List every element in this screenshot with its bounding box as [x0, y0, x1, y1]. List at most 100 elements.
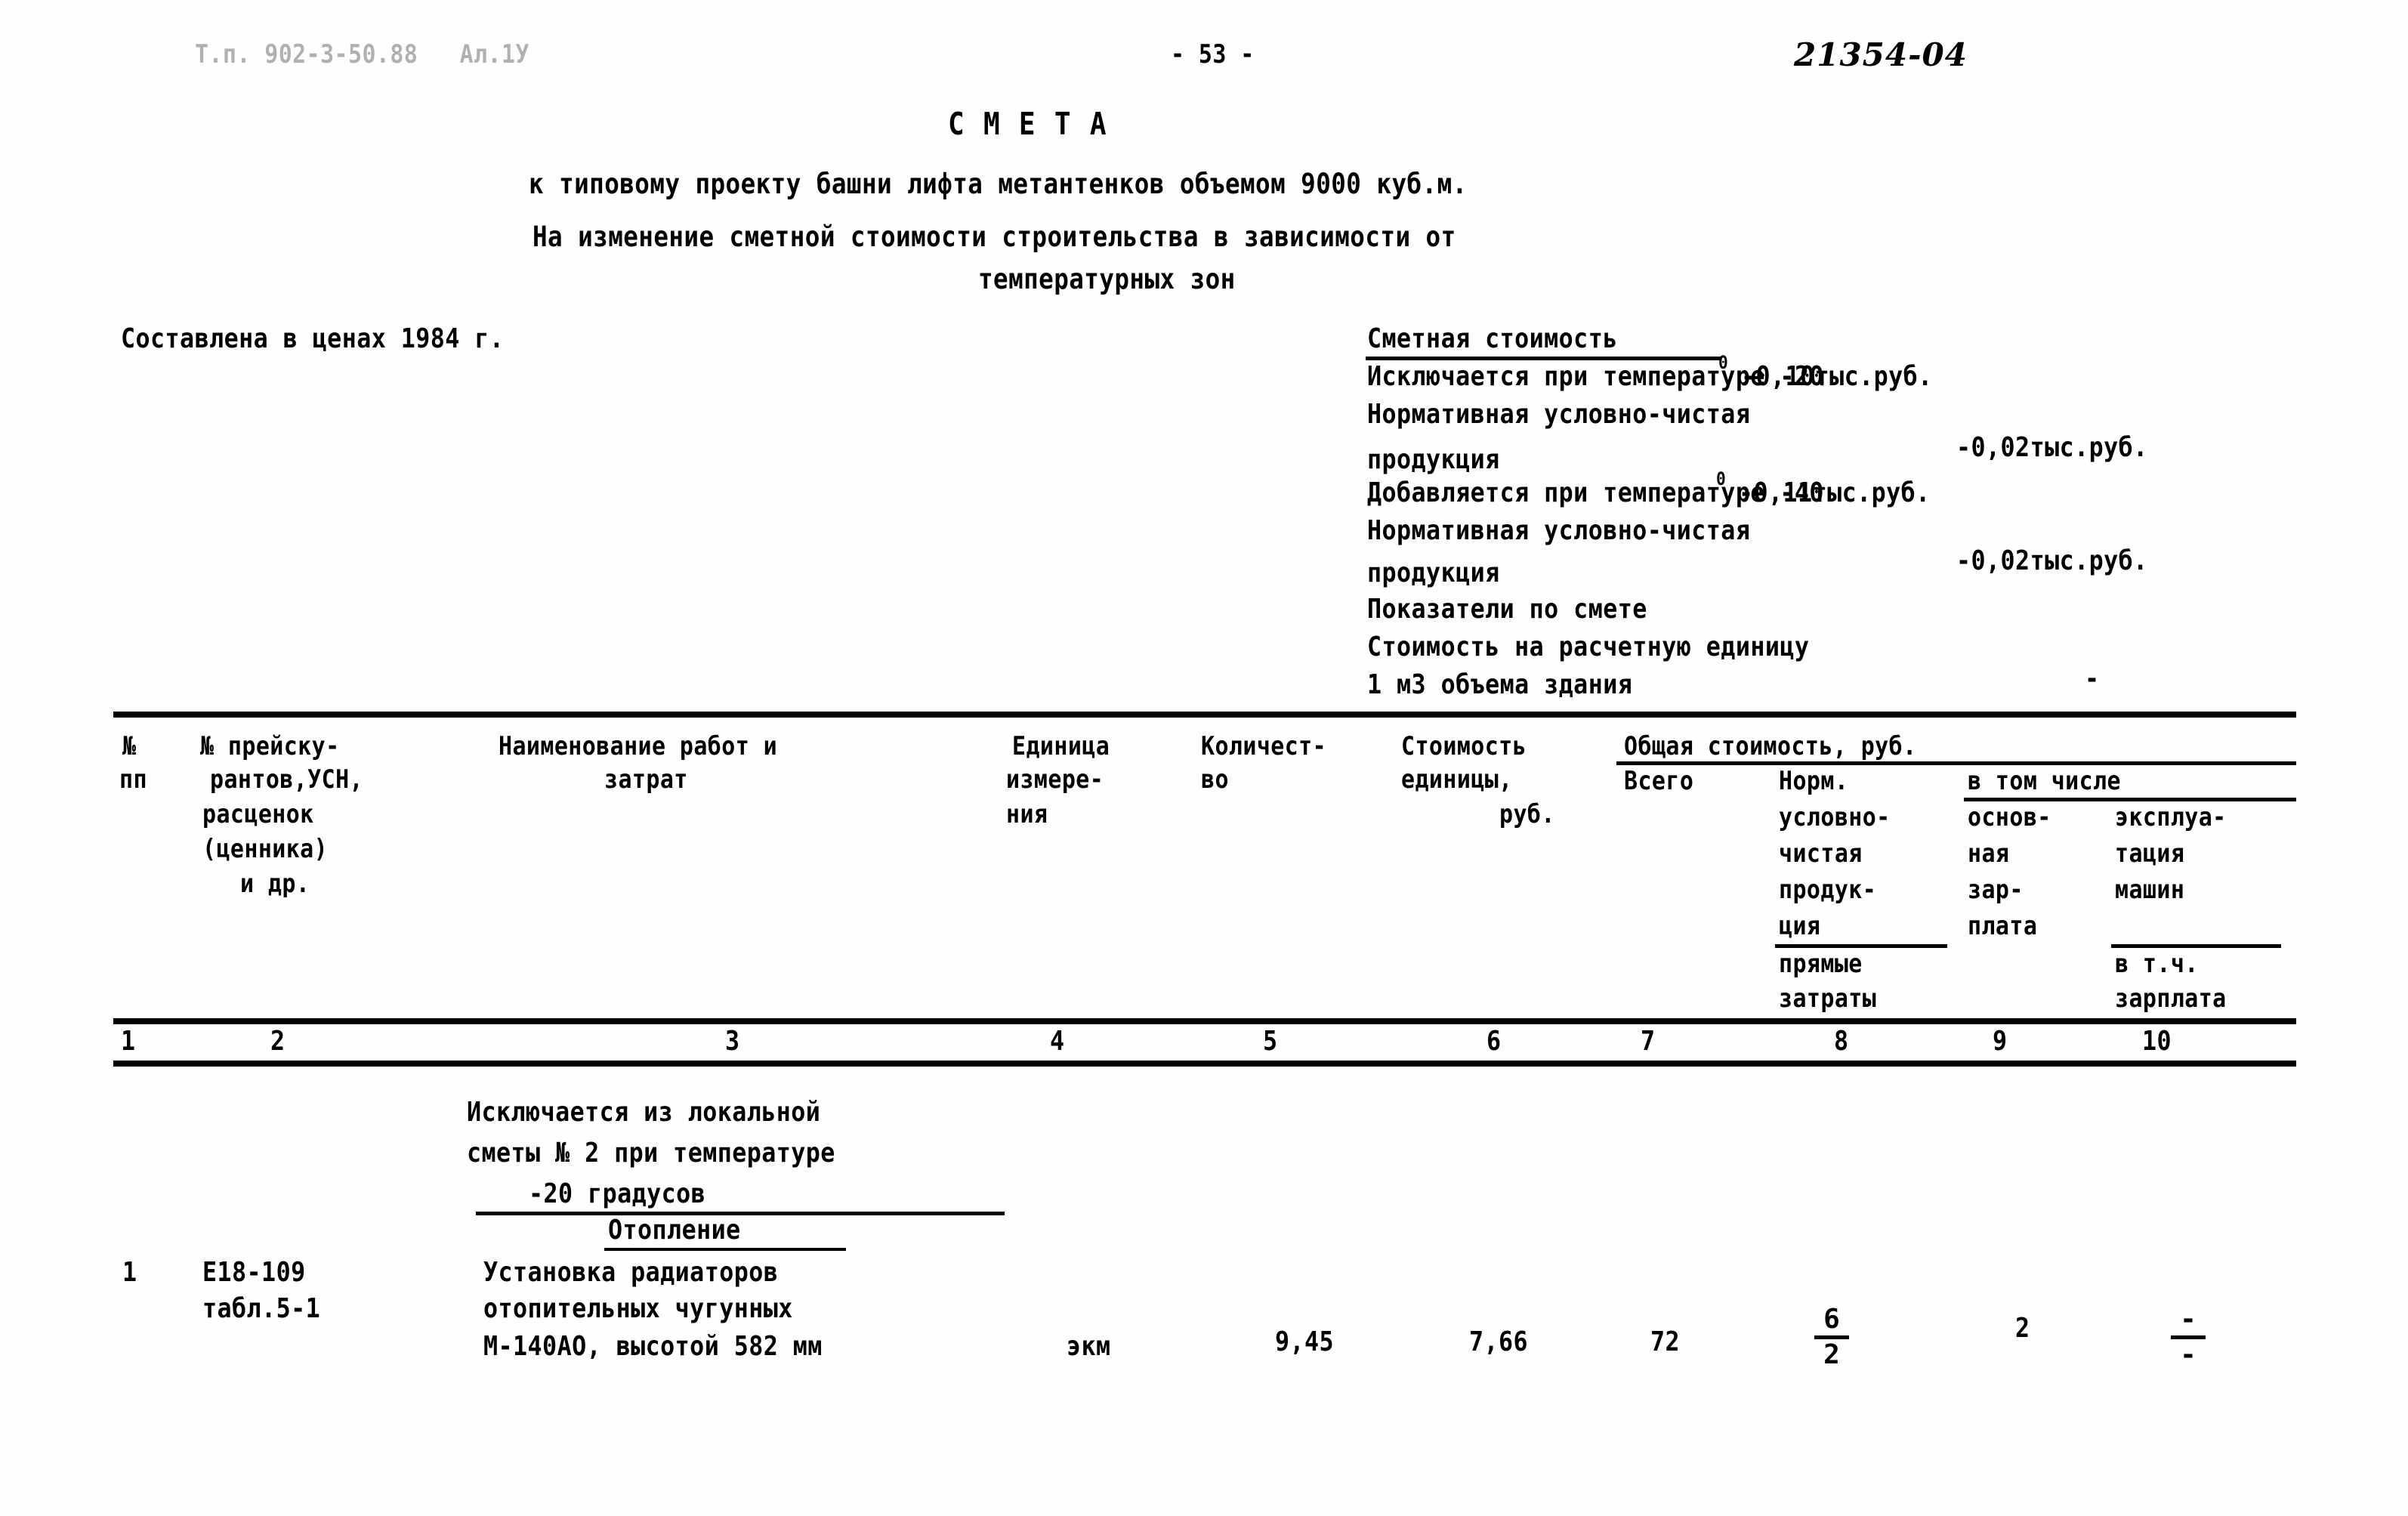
summary-row-label-7: Стоимость на расчетную единицу: [1367, 631, 1810, 662]
summary-row-value-5: -0,02тыс.руб.: [1956, 545, 2148, 576]
row-1-total: 72: [1650, 1326, 1681, 1357]
table-header-col2-line3: (ценника): [202, 834, 329, 864]
row-1-unit-cost: 7,66: [1469, 1326, 1529, 1357]
row-1-norm-numerator: 6: [1823, 1304, 1840, 1335]
table-header-col9-line3: плата: [1968, 911, 2038, 941]
table-header-bottom-rule: [113, 1018, 2296, 1024]
summary-row-sup-0: 0: [1718, 352, 1729, 373]
section-note-line-2: -20 градусов: [529, 1178, 706, 1209]
column-number-2: 2: [270, 1026, 286, 1057]
summary-row-label-8: 1 м3 объема здания: [1367, 669, 1633, 700]
summary-heading: Сметная стоимость: [1367, 323, 1618, 354]
table-header-col2-line1: рантов,УСН,: [210, 764, 363, 795]
table-header-col3-line1: затрат: [604, 764, 688, 795]
summary-heading-underline: [1366, 357, 1721, 360]
table-header-col6-line1: единицы,: [1401, 764, 1513, 795]
row-1-norm-fraction: 6 2: [1798, 1305, 1866, 1369]
summary-row-value-8: -: [2085, 663, 2100, 694]
row-1-machines-fraction: - -: [2154, 1305, 2222, 1369]
table-header-group-total-underline: [1616, 761, 2296, 765]
header-project-code: Т.п. 902-3-50.88 Ал.1У: [195, 39, 529, 69]
table-header-col10-divider: [2111, 944, 2281, 948]
summary-row-value-3: -0,11тыс.руб.: [1739, 477, 1931, 508]
column-number-9: 9: [1993, 1026, 2008, 1057]
table-header-col8b-line1: затраты: [1779, 983, 1877, 1014]
summary-row-label-1: Нормативная условно-чистая: [1367, 399, 1751, 430]
table-header-col7-line0: Всего: [1624, 766, 1694, 796]
title-line-1: к типовому проекту башни лифта метантенк…: [529, 168, 1468, 200]
summary-row-label-4: Нормативная условно-чистая: [1367, 515, 1751, 546]
table-header-col8-line3: продук-: [1779, 875, 1877, 905]
table-header-col10-line2: машин: [2115, 875, 2185, 905]
row-1-base-salary: 2: [2015, 1313, 2030, 1344]
table-header-group-including: в том числе: [1968, 766, 2121, 796]
table-header-col4-line0: Единица: [1012, 731, 1110, 761]
row-1-name-line-0: Установка радиаторов: [483, 1257, 779, 1288]
section-title: Отопление: [608, 1215, 741, 1246]
row-1-quantity: 9,45: [1275, 1326, 1335, 1357]
table-header-col8-line2: чистая: [1779, 838, 1863, 869]
summary-row-value-2: -0,02тыс.руб.: [1956, 432, 2148, 463]
column-number-1: 1: [121, 1026, 136, 1057]
table-header-col8b-line0: прямые: [1779, 949, 1863, 979]
section-note-line-1: сметы № 2 при температуре: [467, 1138, 835, 1169]
table-header-col8-line0: Норм.: [1779, 766, 1849, 796]
summary-row-label-5: продукция: [1367, 557, 1500, 588]
row-1-norm-denominator: 2: [1823, 1338, 1840, 1370]
table-header-col10b-line1: зарплата: [2115, 983, 2227, 1014]
table-header-col4-line1: измере-: [1006, 764, 1104, 795]
table-header-col1-line0: №: [122, 731, 137, 761]
table-header-col2-line4: и др.: [240, 869, 310, 899]
section-note-line-0: Исключается из локальной: [467, 1097, 821, 1128]
column-number-5: 5: [1263, 1026, 1278, 1057]
row-1-machines-numerator: -: [2180, 1304, 2197, 1335]
column-number-7: 7: [1641, 1026, 1656, 1057]
row-1-number: 1: [122, 1257, 137, 1288]
table-header-group-total: Общая стоимость, руб.: [1624, 731, 1917, 761]
row-1-name-line-1: отопительных чугунных: [483, 1293, 793, 1324]
table-header-col9-line0: основ-: [1968, 802, 2051, 832]
table-header-col8-divider: [1775, 944, 1947, 948]
table-header-col6-line2: руб.: [1499, 799, 1555, 829]
section-title-underline: [604, 1248, 846, 1251]
table-header-col5-line0: Количест-: [1201, 731, 1327, 761]
title-line-2: На изменение сметной стоимости строитель…: [533, 221, 1456, 253]
table-header-col10b-line0: в т.ч.: [2115, 949, 2199, 979]
row-1-name-line-2: М-140АО, высотой 582 мм: [483, 1331, 823, 1362]
table-header-col10-line0: эксплуа-: [2115, 802, 2227, 832]
table-header-col8-line1: условно-: [1779, 802, 1891, 832]
summary-row-label-2: продукция: [1367, 444, 1500, 475]
table-header-col10-line1: тация: [2115, 838, 2185, 869]
row-1-machines-denominator: -: [2180, 1338, 2197, 1370]
page-title: С М Е Т А: [948, 106, 1108, 142]
table-header-col9-line1: ная: [1968, 838, 2010, 869]
prices-note: Составлена в ценах 1984 г.: [121, 323, 505, 354]
title-line-3: температурных зон: [978, 263, 1236, 295]
table-top-rule: [113, 712, 2296, 718]
table-header-col3-line0: Наименование работ и: [499, 731, 778, 761]
table-header-col2-line2: расценок: [202, 799, 314, 829]
column-number-8: 8: [1834, 1026, 1849, 1057]
row-1-code-line-0: Е18-109: [202, 1257, 306, 1288]
table-header-group-including-underline: [1964, 798, 2296, 801]
summary-row-value-0: -0,10тыс.руб.: [1741, 361, 1933, 392]
header-document-number: 21354-04: [1794, 36, 1968, 73]
summary-row-label-6: Показатели по смете: [1367, 594, 1647, 625]
table-header-col1-line1: пп: [119, 764, 147, 795]
row-1-code-line-1: табл.5-1: [202, 1293, 321, 1324]
header-page-number: - 53 -: [1171, 39, 1255, 69]
table-columns-bottom-rule: [113, 1061, 2296, 1067]
document-page: Т.п. 902-3-50.88 Ал.1У - 53 - 21354-04 С…: [0, 0, 2408, 1516]
column-number-10: 10: [2142, 1026, 2172, 1057]
summary-row-sup-3: 0: [1716, 468, 1727, 489]
table-header-col6-line0: Стоимость: [1401, 731, 1527, 761]
table-header-col4-line2: ния: [1006, 799, 1048, 829]
column-number-6: 6: [1486, 1026, 1502, 1057]
table-header-col9-line2: зар-: [1968, 875, 2024, 905]
table-header-col8-line4: ция: [1779, 911, 1821, 941]
row-1-unit: экм: [1067, 1331, 1111, 1362]
column-number-3: 3: [725, 1026, 740, 1057]
table-header-col5-line1: во: [1201, 764, 1229, 795]
column-number-4: 4: [1050, 1026, 1065, 1057]
table-header-col2-line0: № прейску-: [200, 731, 340, 761]
